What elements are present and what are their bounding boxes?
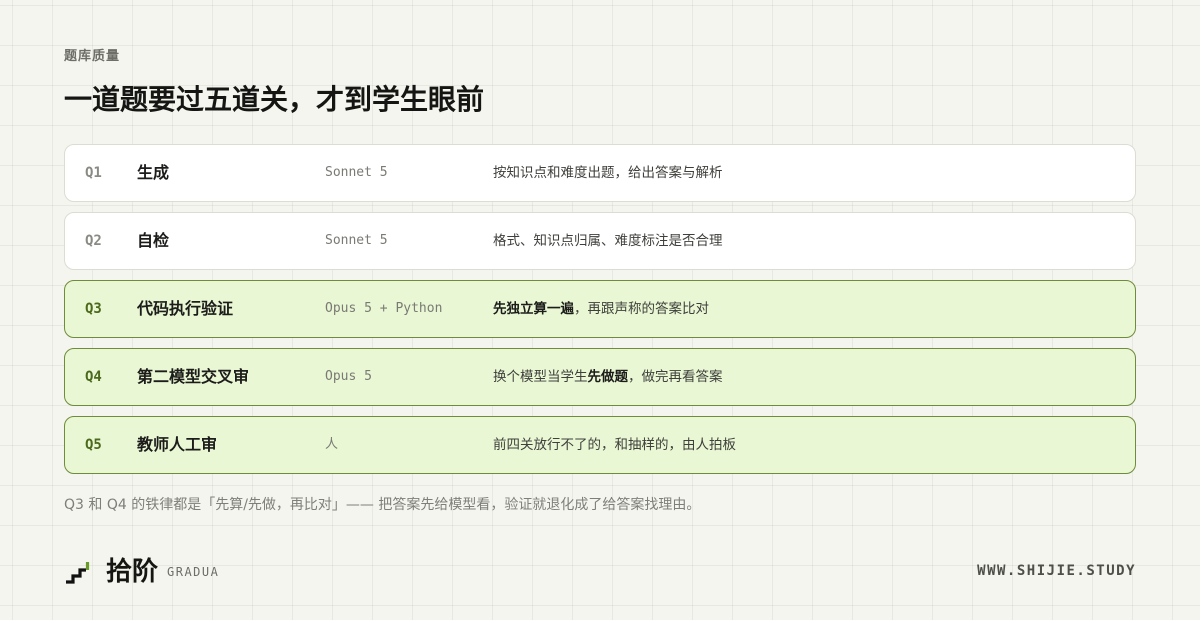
website-url: WWW.SHIJIE.STUDY [977,563,1136,579]
gate-id: Q5 [85,437,102,453]
brand-subtitle: GRADUA [167,565,220,579]
gate-row-q2: Q2 自检 Sonnet 5 格式、知识点归属、难度标注是否合理 [64,212,1136,270]
gate-row-q3: Q3 代码执行验证 Opus 5 + Python 先独立算一遍，再跟声称的答案… [64,280,1136,338]
gate-model: Sonnet 5 [325,233,388,248]
gate-model: 人 [325,437,339,452]
gate-id: Q3 [85,301,102,317]
page-title: 一道题要过五道关，才到学生眼前 [64,83,485,116]
gate-description: 前四关放行不了的，和抽样的，由人拍板 [493,437,736,453]
gate-row-q1: Q1 生成 Sonnet 5 按知识点和难度出题，给出答案与解析 [64,144,1136,202]
gate-row-q4: Q4 第二模型交叉审 Opus 5 换个模型当学生先做题，做完再看答案 [64,348,1136,406]
footnote: Q3 和 Q4 的铁律都是「先算/先做，再比对」—— 把答案先给模型看，验证就退… [64,497,701,513]
gate-model: Opus 5 + Python [325,301,443,316]
gate-model: Opus 5 [325,369,372,384]
quality-gate-list: Q1 生成 Sonnet 5 按知识点和难度出题，给出答案与解析 Q2 自检 S… [64,144,1136,484]
gate-description: 先独立算一遍，再跟声称的答案比对 [493,301,709,317]
gate-id: Q2 [85,233,102,249]
gate-row-q5: Q5 教师人工审 人 前四关放行不了的，和抽样的，由人拍板 [64,416,1136,474]
gate-description: 按知识点和难度出题，给出答案与解析 [493,165,723,181]
gate-model: Sonnet 5 [325,165,388,180]
brand-name: 拾阶 [106,557,159,587]
gate-description: 换个模型当学生先做题，做完再看答案 [493,369,723,385]
gate-name: 自检 [137,231,170,250]
gate-id: Q4 [85,369,102,385]
stairs-icon [66,562,90,584]
section-eyebrow: 题库质量 [64,49,121,64]
gate-id: Q1 [85,165,102,181]
gate-name: 生成 [137,163,170,182]
gate-name: 教师人工审 [137,435,218,454]
gate-name: 代码执行验证 [137,299,234,318]
gate-description: 格式、知识点归属、难度标注是否合理 [493,233,723,249]
gate-name: 第二模型交叉审 [137,367,250,386]
